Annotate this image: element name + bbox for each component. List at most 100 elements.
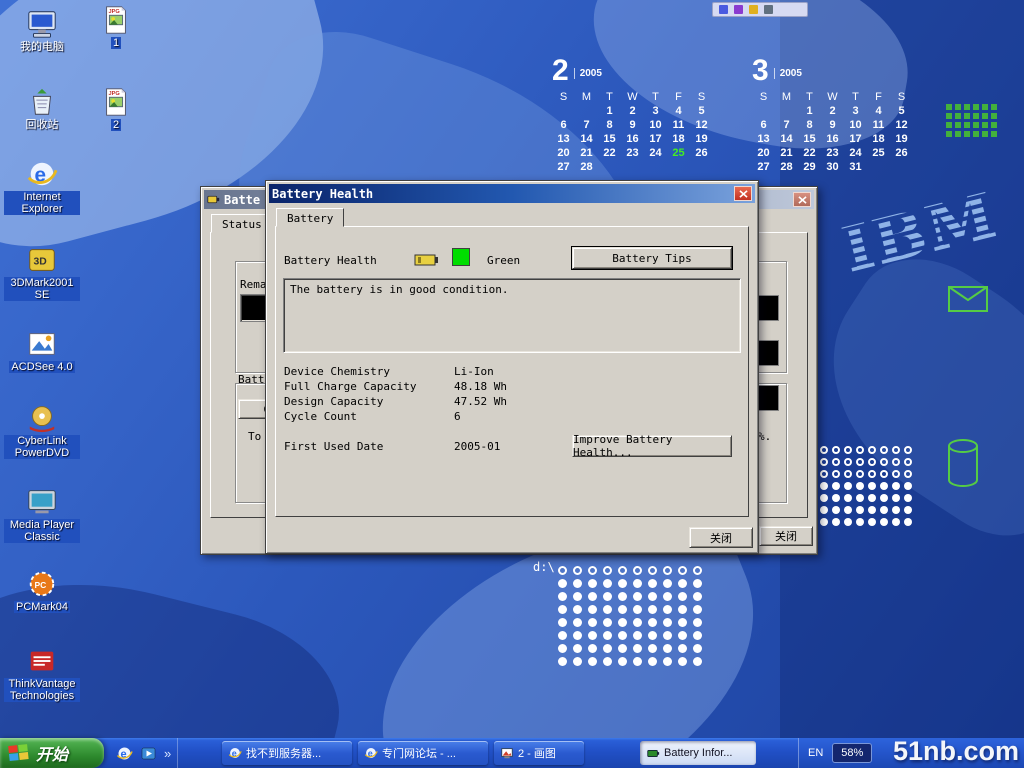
tool-icon[interactable] (764, 5, 773, 14)
wallpaper-dot (558, 644, 567, 653)
keypad-dot (973, 113, 979, 119)
wallpaper-dot (648, 657, 657, 666)
calendar-day-cell: 13 (552, 132, 575, 146)
desktop-icon-recycle-bin[interactable]: 回收站 (4, 86, 80, 131)
wallpaper-dot (693, 592, 702, 601)
calendar-day-cell: 19 (890, 132, 913, 146)
desktop-file-2[interactable]: JPG2 (88, 86, 144, 131)
calendar-day-cell: 31 (844, 160, 867, 174)
wallpaper-dot (588, 566, 597, 575)
wallpaper-dot (856, 518, 864, 526)
wallpaper-dot (892, 494, 900, 502)
my-computer-icon (26, 8, 58, 40)
battery-tips-button[interactable]: Battery Tips (572, 247, 732, 269)
wallpaper-dot (868, 506, 876, 514)
wallpaper-dot (868, 518, 876, 526)
close-button[interactable]: 关闭 (689, 527, 753, 548)
wallpaper-dot (880, 446, 888, 454)
desktop-icon-label: PCMark04 (14, 601, 70, 613)
keypad-dot (946, 113, 952, 119)
tab-battery[interactable]: Battery (276, 208, 344, 227)
start-button-label: 开始 (36, 741, 68, 765)
calendar-day-cell: 5 (690, 104, 713, 118)
desktop-icon-internet-explorer[interactable]: eInternet Explorer (4, 158, 80, 215)
battery-info-row: Design Capacity47.52 Wh (284, 395, 507, 410)
condition-textbox[interactable]: The battery is in good condition. (283, 278, 741, 353)
thinkvantage-icon (26, 645, 58, 677)
desktop-icon-pcmark[interactable]: PCPCMark04 (4, 568, 80, 613)
jpg-file-icon: JPG (100, 4, 132, 36)
calendar-day-cell: 24 (644, 146, 667, 160)
close-icon[interactable] (793, 192, 811, 207)
keypad-dot (973, 104, 979, 110)
volume-icon[interactable] (719, 5, 728, 14)
start-button[interactable]: 开始 (0, 738, 104, 768)
calendar-day-cell: 23 (621, 146, 644, 160)
window-titlebar[interactable]: Battery Health (269, 184, 755, 203)
desktop-icon-3dmark[interactable]: 3D3DMark2001 SE (4, 244, 80, 301)
keypad-dot (964, 122, 970, 128)
first-used-row: First Used Date 2005-01 (284, 440, 500, 453)
internet-explorer-icon[interactable]: e (116, 745, 133, 762)
wallpaper-dot (573, 566, 582, 575)
wallpaper-dot (558, 566, 567, 575)
wallpaper-dot (844, 518, 852, 526)
battery-info-rows: Device ChemistryLi-IonFull Charge Capaci… (284, 365, 507, 425)
tab-status[interactable]: Status (211, 214, 273, 233)
calendar-day-cell: 12 (890, 118, 913, 132)
wallpaper-dot (573, 618, 582, 627)
desktop-icon-powerdvd[interactable]: CyberLink PowerDVD (4, 402, 80, 459)
improve-battery-health-button[interactable]: Improve Battery Health... (572, 435, 732, 457)
keypad-dot (991, 113, 997, 119)
wallpaper-dot (618, 631, 627, 640)
battery-info-row: Device ChemistryLi-Ion (284, 365, 507, 380)
calendar-day-cell: 27 (752, 160, 775, 174)
taskbar-task-button[interactable]: e专门网论坛 - ... (358, 741, 488, 765)
calendar-day-cell: 25 (867, 146, 890, 160)
wallpaper-dot (904, 458, 912, 466)
language-indicator[interactable]: EN (808, 747, 823, 759)
wallpaper-dot (588, 605, 597, 614)
calendar-day-cell (644, 160, 667, 174)
media-player-icon[interactable] (140, 745, 157, 762)
health-status-text: Green (487, 254, 520, 267)
calendar-day-cell (552, 104, 575, 118)
wallpaper-dot (663, 592, 672, 601)
wallpaper-dot (880, 482, 888, 490)
display-icon[interactable] (734, 5, 743, 14)
battery-meter-chip[interactable]: 58% (832, 743, 872, 763)
calendar-day-header: W (821, 90, 844, 104)
calendar-day-cell: 3 (844, 104, 867, 118)
close-button[interactable]: 关闭 (759, 526, 813, 546)
calendar-day-cell: 5 (890, 104, 913, 118)
taskbar-task-button[interactable]: Battery Infor... (640, 741, 756, 765)
keypad-dot (955, 104, 961, 110)
wallpaper-dot (880, 506, 888, 514)
desktop-icon-my-computer[interactable]: 我的电脑 (4, 8, 80, 53)
desktop-icon-acdsee[interactable]: ACDSee 4.0 (4, 328, 80, 373)
chevron-more-icon[interactable] (164, 746, 171, 761)
desktop-icon-label: 3DMark2001 SE (4, 277, 80, 301)
calendar-day-cell: 21 (575, 146, 598, 160)
wallpaper-dot (892, 446, 900, 454)
desktop-icon-thinkvantage[interactable]: ThinkVantage Technologies (4, 645, 80, 702)
desktop: IBM d:\ 22005SMTWTFS12345678910111213141… (0, 0, 1024, 768)
calendar-year: 2005 (774, 68, 802, 79)
calendar-day-cell (752, 104, 775, 118)
keypad-dot (982, 131, 988, 137)
wallpaper-dot (633, 579, 642, 588)
desktop-icon-media-player-classic[interactable]: Media Player Classic (4, 486, 80, 543)
taskbar-task-button[interactable]: 2 - 画图 (494, 741, 584, 765)
wallpaper-dot (844, 482, 852, 490)
keypad-dot (946, 122, 952, 128)
wallpaper-dot (573, 657, 582, 666)
close-icon[interactable] (734, 186, 752, 201)
taskbar-task-button[interactable]: e找不到服务器... (222, 741, 352, 765)
wallpaper-dot (603, 631, 612, 640)
desktop-file-1[interactable]: JPG1 (88, 4, 144, 49)
wallpaper-dot (832, 446, 840, 454)
calendar-day-cell: 13 (752, 132, 775, 146)
calendar-february: 22005SMTWTFS1234567891011121314151617181… (552, 56, 716, 174)
paint-icon (500, 746, 514, 760)
power-icon[interactable] (749, 5, 758, 14)
